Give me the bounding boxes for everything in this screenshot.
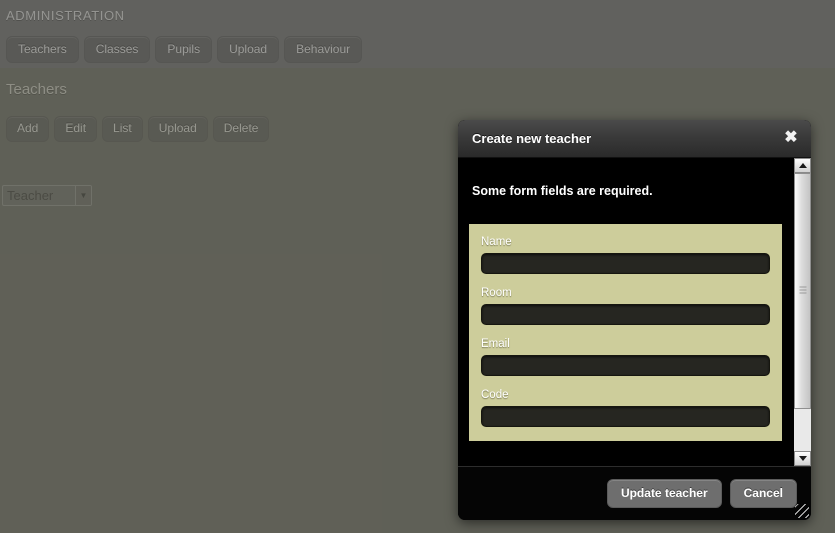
field-label-room: Room <box>481 287 512 299</box>
form-required-message: Some form fields are required. <box>472 184 653 198</box>
field-label-email: Email <box>481 338 510 350</box>
screen: ADMINISTRATION Teachers Classes Pupils U… <box>0 0 835 533</box>
scrollbar-track[interactable] <box>794 173 811 451</box>
field-email: Email <box>481 338 770 376</box>
dialog-title: Create new teacher <box>472 131 592 146</box>
teacher-form-panel: Name Room Email Code <box>469 224 782 441</box>
dialog-body-wrap: Some form fields are required. Name Room… <box>458 158 811 466</box>
dialog-body: Some form fields are required. Name Room… <box>458 158 793 466</box>
scroll-down-arrow-icon <box>798 456 807 461</box>
field-label-name: Name <box>481 236 512 248</box>
dialog-titlebar[interactable]: Create new teacher ✖ <box>458 120 811 158</box>
cancel-button[interactable]: Cancel <box>729 479 797 508</box>
room-input[interactable] <box>481 304 770 325</box>
scroll-down-button[interactable] <box>794 451 811 466</box>
dialog-scrollbar[interactable] <box>793 158 811 466</box>
scrollbar-grip-icon <box>799 286 806 296</box>
name-input[interactable] <box>481 253 770 274</box>
resize-grip-icon[interactable] <box>795 504 809 518</box>
field-name: Name <box>481 236 770 274</box>
email-input[interactable] <box>481 355 770 376</box>
close-icon[interactable]: ✖ <box>782 129 800 147</box>
update-teacher-button[interactable]: Update teacher <box>606 479 722 508</box>
scroll-up-button[interactable] <box>794 158 811 173</box>
scroll-up-arrow-icon <box>798 163 807 168</box>
field-room: Room <box>481 287 770 325</box>
create-teacher-dialog: Create new teacher ✖ Some form fields ar… <box>458 120 811 520</box>
scrollbar-thumb[interactable] <box>794 173 811 410</box>
field-label-code: Code <box>481 389 509 401</box>
code-input[interactable] <box>481 406 770 427</box>
dialog-footer: Update teacher Cancel <box>458 466 811 520</box>
field-code: Code <box>481 389 770 427</box>
